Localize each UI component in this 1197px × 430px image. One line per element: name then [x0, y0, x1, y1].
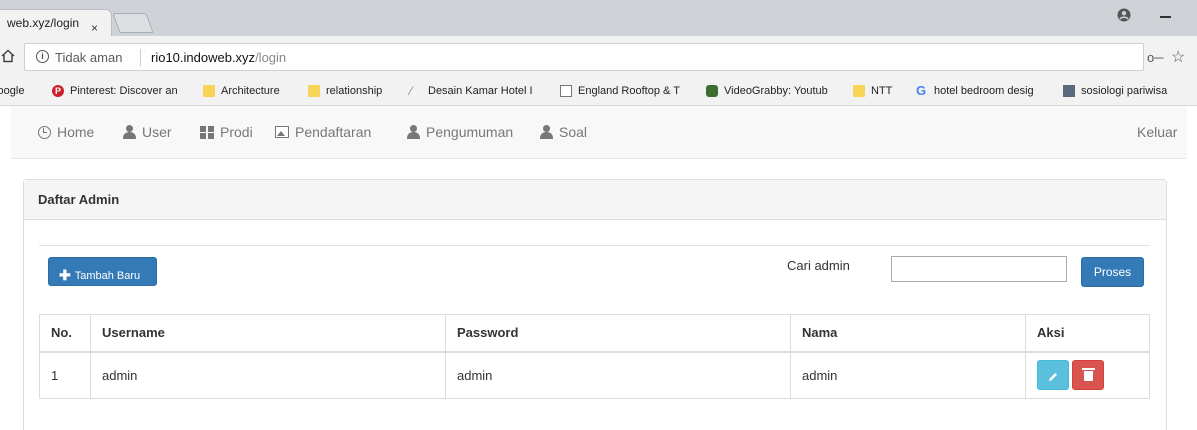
- column-header-nama: Nama: [790, 314, 1026, 353]
- new-tab-button[interactable]: [112, 13, 154, 33]
- picture-icon: [275, 126, 289, 138]
- nav-label: Home: [57, 124, 95, 140]
- edit-button[interactable]: [1037, 360, 1069, 391]
- column-header-aksi: Aksi: [1025, 314, 1150, 353]
- nav-user[interactable]: User: [123, 124, 172, 140]
- minimize-icon[interactable]: [1160, 16, 1171, 18]
- info-icon[interactable]: i: [36, 50, 49, 63]
- cell-password: admin: [445, 351, 791, 399]
- column-header-no: No.: [39, 314, 91, 353]
- user-icon: [407, 125, 420, 139]
- bookmark-relationship[interactable]: relationship: [308, 85, 382, 97]
- key-icon[interactable]: o─: [1147, 50, 1163, 65]
- nav-label: Pendaftaran: [295, 124, 372, 140]
- plus-icon: ✚: [59, 267, 71, 283]
- delete-button[interactable]: [1072, 360, 1104, 391]
- admin-table: No. Username Password Nama Aksi 1 admin …: [39, 314, 1150, 399]
- nav-label: Pengumuman: [426, 124, 514, 140]
- browser-tabstrip: web.xyz/login ×: [0, 0, 1197, 36]
- bookmark-desain-kamar[interactable]: ⁄ Desain Kamar Hotel I: [410, 85, 533, 97]
- url-host: rio10.indoweb.xyz: [151, 50, 256, 65]
- nav-pengumuman[interactable]: Pengumuman: [407, 124, 513, 140]
- table-row: 1 admin admin admin: [39, 351, 1150, 399]
- browser-toolbar: i Tidak aman rio10.indoweb.xyz/login o─ …: [0, 36, 1197, 78]
- bookmark-england-rooftop[interactable]: England Rooftop & T: [560, 85, 680, 97]
- browser-tab[interactable]: web.xyz/login ×: [0, 9, 112, 36]
- search-label: Cari admin: [787, 258, 850, 273]
- bookmark-label: hotel bedroom desig: [934, 85, 1034, 97]
- bookmark-label: Architecture: [221, 85, 280, 97]
- cell-username: admin: [90, 351, 446, 399]
- feather-icon: ⁄: [410, 84, 413, 98]
- url-text[interactable]: rio10.indoweb.xyz/login: [151, 50, 286, 65]
- grid-icon: [200, 125, 214, 139]
- trash-icon: [1081, 368, 1095, 382]
- page-icon: [560, 85, 572, 97]
- bookmark-hotel-bedroom[interactable]: Ghotel bedroom desig: [916, 83, 1034, 98]
- bookmarks-bar: Google P Pinterest: Discover an Architect…: [0, 78, 1197, 106]
- folder-icon: [203, 85, 215, 97]
- cell-actions: [1025, 351, 1150, 399]
- clock-icon: [38, 125, 51, 139]
- nav-soal[interactable]: Soal: [540, 124, 587, 140]
- bookmark-label: VideoGrabby: Youtub: [724, 85, 828, 97]
- nav-pendaftaran[interactable]: Pendaftaran: [275, 124, 371, 140]
- search-input[interactable]: [891, 256, 1067, 282]
- user-icon: [123, 125, 136, 139]
- column-header-username: Username: [90, 314, 446, 353]
- nav-label: User: [142, 124, 172, 140]
- url-divider: [140, 49, 141, 66]
- bookmark-star-icon[interactable]: ☆: [1171, 47, 1185, 67]
- nav-home[interactable]: Home: [38, 124, 94, 140]
- bookmark-label: Pinterest: Discover an: [70, 85, 178, 97]
- bookmark-videograbby[interactable]: VideoGrabby: Youtub: [706, 85, 828, 97]
- nav-logout[interactable]: Keluar: [1137, 124, 1177, 140]
- divider: [39, 245, 1150, 246]
- column-header-password: Password: [445, 314, 791, 353]
- bookmark-pinterest[interactable]: P Pinterest: Discover an: [52, 85, 178, 97]
- add-admin-button[interactable]: ✚ Tambah Baru: [48, 257, 157, 286]
- bookmark-architecture[interactable]: Architecture: [203, 85, 280, 97]
- bookmark-label: NTT: [871, 85, 893, 97]
- address-bar[interactable]: i Tidak aman rio10.indoweb.xyz/login: [24, 43, 1144, 71]
- panel-title: Daftar Admin: [24, 180, 1166, 220]
- nav-label: Soal: [559, 124, 588, 140]
- bookmark-label: Google: [0, 85, 25, 97]
- bookmark-label: Desain Kamar Hotel I: [428, 85, 533, 97]
- videograbby-icon: [706, 85, 718, 97]
- pinterest-icon: P: [52, 85, 64, 97]
- security-status: Tidak aman: [55, 50, 123, 65]
- folder-icon: [308, 85, 320, 97]
- app-navbar: Home User Prodi Pendaftaran Pengumuman S…: [11, 106, 1187, 159]
- bookmark-sosiologi[interactable]: sosiologi pariwisa: [1063, 85, 1167, 97]
- pencil-icon: [1049, 372, 1057, 381]
- bookmark-label: sosiologi pariwisa: [1081, 85, 1168, 97]
- cell-no: 1: [39, 351, 91, 399]
- url-path: /login: [255, 50, 287, 65]
- nav-label: Prodi: [220, 124, 253, 140]
- admin-panel: Daftar Admin ✚ Tambah Baru Cari admin Pro…: [23, 179, 1167, 430]
- bookmark-label: England Rooftop & T: [578, 85, 680, 97]
- nav-prodi[interactable]: Prodi: [200, 124, 253, 140]
- photo-icon: [1063, 85, 1075, 97]
- home-icon[interactable]: [1, 49, 15, 63]
- tab-title: web.xyz/login: [7, 16, 80, 30]
- google-icon: G: [916, 83, 927, 98]
- profile-icon[interactable]: [1117, 8, 1131, 22]
- tab-close-icon[interactable]: ×: [91, 21, 98, 35]
- bookmark-label: relationship: [326, 85, 383, 97]
- cell-nama: admin: [790, 351, 1026, 399]
- folder-icon: [853, 85, 865, 97]
- add-button-label: Tambah Baru: [74, 270, 141, 282]
- bookmark-google[interactable]: Google: [0, 85, 24, 97]
- table-header-row: No. Username Password Nama Aksi: [39, 314, 1150, 353]
- user-icon: [540, 125, 553, 139]
- nav-label: Keluar: [1137, 124, 1178, 140]
- bookmark-ntt[interactable]: NTT: [853, 85, 892, 97]
- search-submit-button[interactable]: Proses: [1081, 257, 1144, 287]
